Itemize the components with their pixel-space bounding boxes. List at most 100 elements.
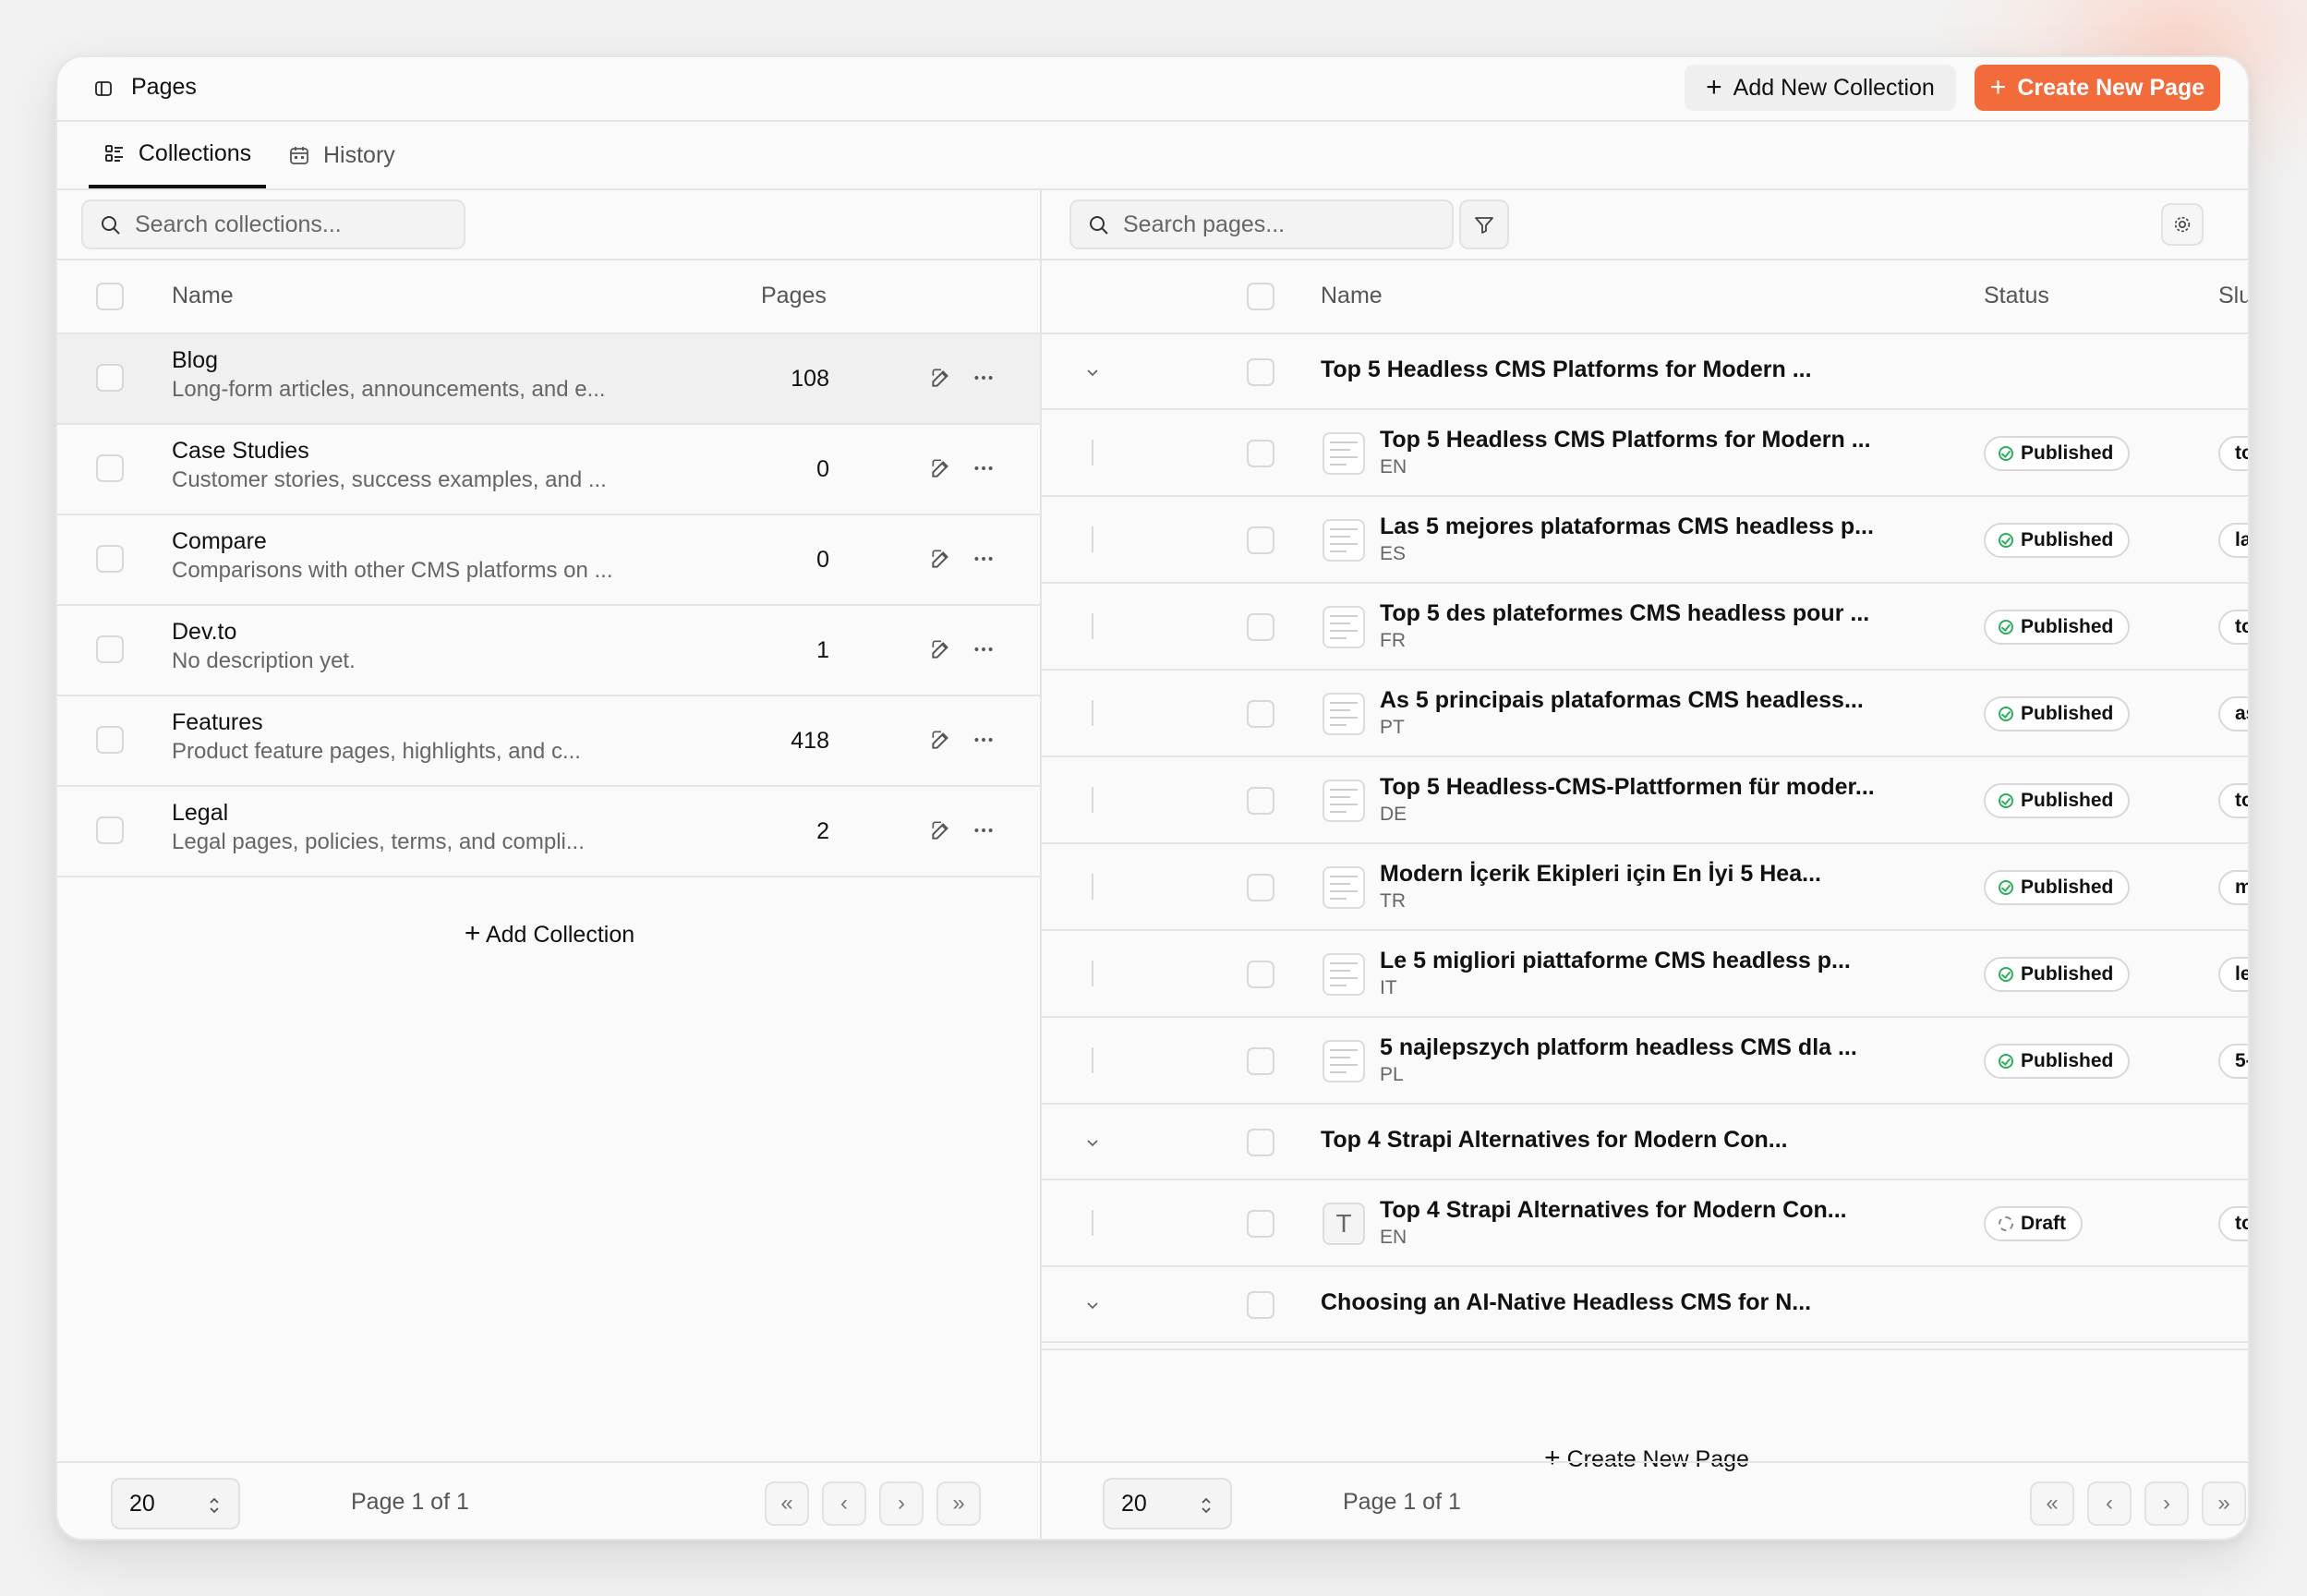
collection-page-count: 1 [816,637,829,663]
previous-page-button[interactable]: ‹ [822,1481,866,1526]
page-row[interactable]: 5 najlepszych platform headless CMS dla … [1042,1018,2248,1105]
page-row[interactable]: Top 5 Headless-CMS-Plattformen für moder… [1042,757,2248,844]
edit-icon[interactable] [929,366,953,390]
create-new-page-button[interactable]: + Create New Page [1975,65,2220,111]
more-options-icon[interactable] [972,547,996,571]
table-row[interactable]: Legal Legal pages, policies, terms, and … [57,787,1040,877]
more-options-icon[interactable] [972,366,996,390]
row-checkbox[interactable] [96,816,124,844]
tab-history[interactable]: History [288,122,395,188]
row-checkbox[interactable] [1247,874,1274,901]
collection-name: Features [172,709,263,735]
group-row[interactable]: Top 4 Strapi Alternatives for Modern Con… [1042,1105,2248,1180]
table-row[interactable]: Compare Comparisons with other CMS platf… [57,515,1040,606]
table-row[interactable]: Dev.to No description yet. 1 [57,606,1040,696]
row-checkbox[interactable] [1247,526,1274,554]
page-thumbnail [1323,519,1365,562]
row-checkbox[interactable] [96,454,124,482]
add-collection-button[interactable]: + Add Collection [57,920,1042,949]
previous-page-button[interactable]: ‹ [2087,1481,2132,1526]
plus-icon: + [464,918,481,949]
plus-icon: + [1989,72,2007,103]
sidebar-toggle-icon[interactable] [94,79,113,98]
slug-label: top-5-he [2235,442,2248,464]
add-new-collection-button[interactable]: + Add New Collection [1685,65,1956,111]
page-row[interactable]: Modern İçerik Ekipleri için En İyi 5 Hea… [1042,844,2248,931]
row-checkbox[interactable] [96,635,124,663]
row-checkbox[interactable] [1247,1047,1274,1075]
next-page-button[interactable]: › [2144,1481,2189,1526]
chevron-down-icon[interactable] [1084,364,1101,381]
page-title: As 5 principais plataformas CMS headless… [1380,687,1864,713]
page-size-select[interactable]: 20 [1103,1478,1232,1530]
edit-icon[interactable] [929,728,953,752]
select-all-pages-checkbox[interactable] [1247,283,1274,310]
tab-history-label: History [323,141,395,168]
chevron-down-icon[interactable] [1084,1297,1101,1313]
table-row[interactable]: Blog Long-form articles, announcements, … [57,334,1040,425]
edit-icon[interactable] [929,456,953,480]
gear-icon [2174,216,2191,233]
row-checkbox[interactable] [1247,961,1274,988]
first-page-button[interactable]: « [765,1481,809,1526]
row-checkbox[interactable] [1247,1210,1274,1238]
row-checkbox[interactable] [1247,440,1274,467]
slug-label: top-5-de [2235,616,2248,637]
collection-name: Blog [172,347,219,373]
add-collection-label: Add Collection [485,922,635,948]
page-thumbnail [1323,953,1365,996]
search-pages-input[interactable]: Search pages... [1069,200,1454,249]
collection-page-count: 108 [791,366,829,392]
last-page-button[interactable]: » [936,1481,981,1526]
table-row[interactable]: Case Studies Customer stories, success e… [57,425,1040,515]
check-circle-icon [1999,880,2013,895]
last-page-button[interactable]: » [2202,1481,2246,1526]
check-circle-icon [1999,620,2013,635]
table-row[interactable]: Features Product feature pages, highligh… [57,696,1040,787]
row-checkbox[interactable] [1247,787,1274,815]
more-options-icon[interactable] [972,728,996,752]
search-collections-input[interactable]: Search collections... [81,200,465,249]
chevron-down-icon[interactable] [1084,1134,1101,1151]
row-checkbox[interactable] [96,545,124,573]
settings-button[interactable] [2161,203,2204,246]
group-checkbox[interactable] [1247,1291,1274,1319]
row-checkbox[interactable] [96,726,124,754]
calendar-icon [290,147,308,164]
more-options-icon[interactable] [972,818,996,842]
tab-collections[interactable]: Collections [89,122,266,188]
more-options-icon[interactable] [972,637,996,661]
edit-icon[interactable] [929,637,953,661]
row-checkbox[interactable] [1247,613,1274,641]
pages-table-header: Name Status Slug [1042,259,2248,334]
slug-badge: top-5-de [2218,610,2248,645]
page-row[interactable]: As 5 principais plataformas CMS headless… [1042,671,2248,757]
page-row[interactable]: Top 5 des plateformes CMS headless pour … [1042,584,2248,671]
group-row[interactable]: Choosing an AI-Native Headless CMS for N… [1042,1267,2248,1343]
edit-icon[interactable] [929,818,953,842]
page-row[interactable]: Las 5 mejores plataformas CMS headless p… [1042,497,2248,584]
page-row[interactable]: Top 5 Headless CMS Platforms for Modern … [1042,410,2248,497]
row-checkbox[interactable] [1247,700,1274,728]
page-info: Page 1 of 1 [351,1489,469,1515]
next-page-button[interactable]: › [879,1481,924,1526]
collection-name: Dev.to [172,619,237,645]
pages-panel: Search pages... Name Status Slug Top 5 H… [1042,190,2248,1539]
group-checkbox[interactable] [1247,1129,1274,1156]
page-row[interactable]: T Top 4 Strapi Alternatives for Modern C… [1042,1180,2248,1267]
more-options-icon[interactable] [972,456,996,480]
page-language: ES [1380,543,1407,564]
page-size-select[interactable]: 20 [111,1478,240,1530]
status-label: Published [2021,1050,2114,1071]
edit-icon[interactable] [929,547,953,571]
select-all-collections-checkbox[interactable] [96,283,124,310]
group-row[interactable]: Top 5 Headless CMS Platforms for Modern … [1042,334,2248,410]
tree-line [1092,613,1093,639]
row-checkbox[interactable] [96,364,124,392]
collection-name: Case Studies [172,438,309,464]
first-page-button[interactable]: « [2030,1481,2074,1526]
filter-button[interactable] [1459,200,1509,249]
column-name: Name [1321,283,1383,308]
page-row[interactable]: Le 5 migliori piattaforme CMS headless p… [1042,931,2248,1018]
group-checkbox[interactable] [1247,358,1274,386]
